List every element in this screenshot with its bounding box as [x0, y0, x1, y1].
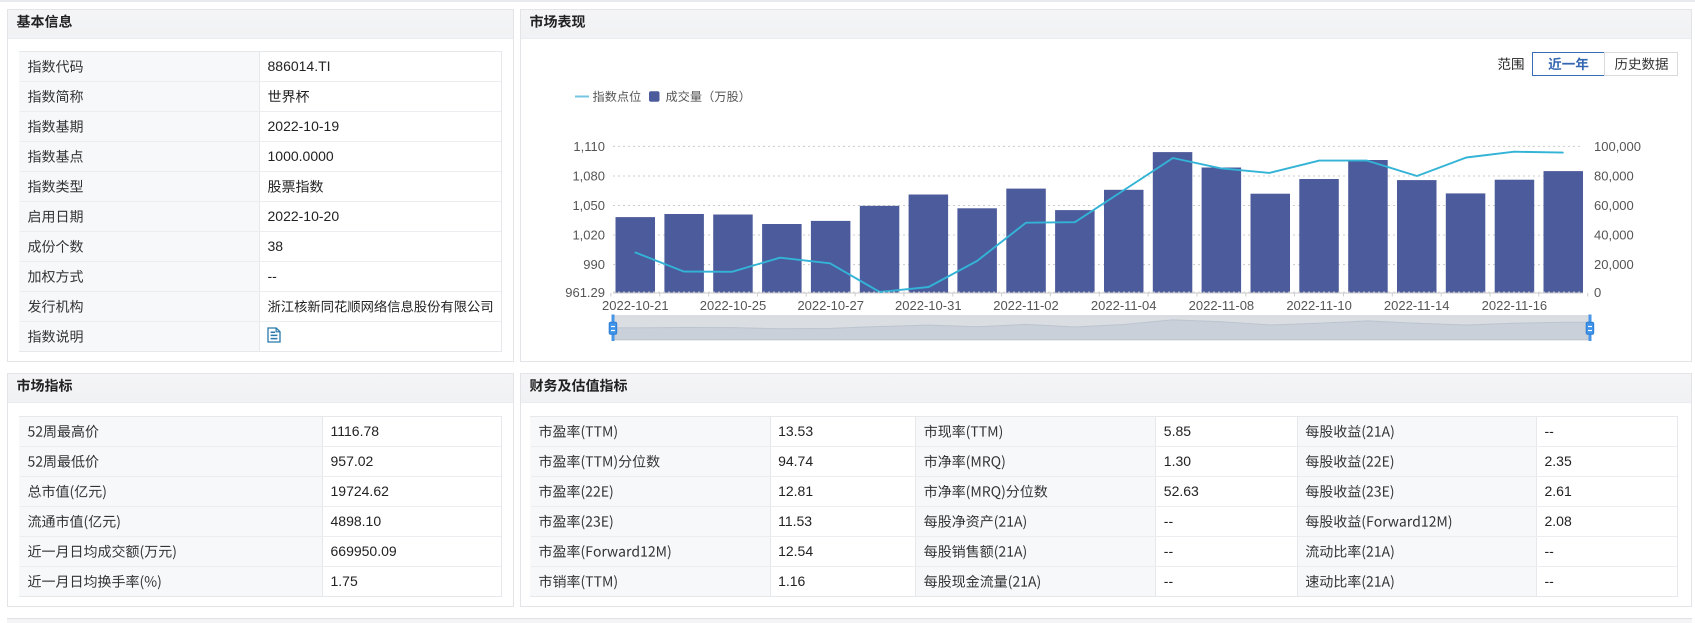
svg-text:40,000: 40,000	[1594, 228, 1634, 243]
svg-text:2022-10-27: 2022-10-27	[797, 298, 864, 313]
svg-text:1,050: 1,050	[572, 198, 605, 213]
svg-text:2022-10-31: 2022-10-31	[895, 298, 962, 313]
svg-text:2022-10-21: 2022-10-21	[602, 298, 669, 313]
svg-text:2022-11-02: 2022-11-02	[993, 298, 1059, 313]
svg-text:80,000: 80,000	[1594, 169, 1634, 184]
svg-text:1,020: 1,020	[572, 228, 605, 243]
svg-text:0: 0	[1594, 285, 1601, 300]
svg-text:1,080: 1,080	[572, 169, 605, 184]
svg-text:2022-11-14: 2022-11-14	[1384, 298, 1450, 313]
svg-text:20,000: 20,000	[1594, 257, 1634, 272]
svg-text:961.29: 961.29	[565, 285, 605, 300]
svg-text:100,000: 100,000	[1594, 139, 1641, 154]
svg-text:2022-11-04: 2022-11-04	[1091, 298, 1157, 313]
svg-text:2022-10-25: 2022-10-25	[700, 298, 767, 313]
svg-text:2022-11-08: 2022-11-08	[1189, 298, 1255, 313]
svg-text:60,000: 60,000	[1594, 198, 1634, 213]
svg-text:990: 990	[583, 257, 605, 272]
svg-text:2022-11-10: 2022-11-10	[1286, 298, 1352, 313]
svg-text:1,110: 1,110	[573, 139, 605, 154]
svg-text:2022-11-16: 2022-11-16	[1482, 298, 1548, 313]
